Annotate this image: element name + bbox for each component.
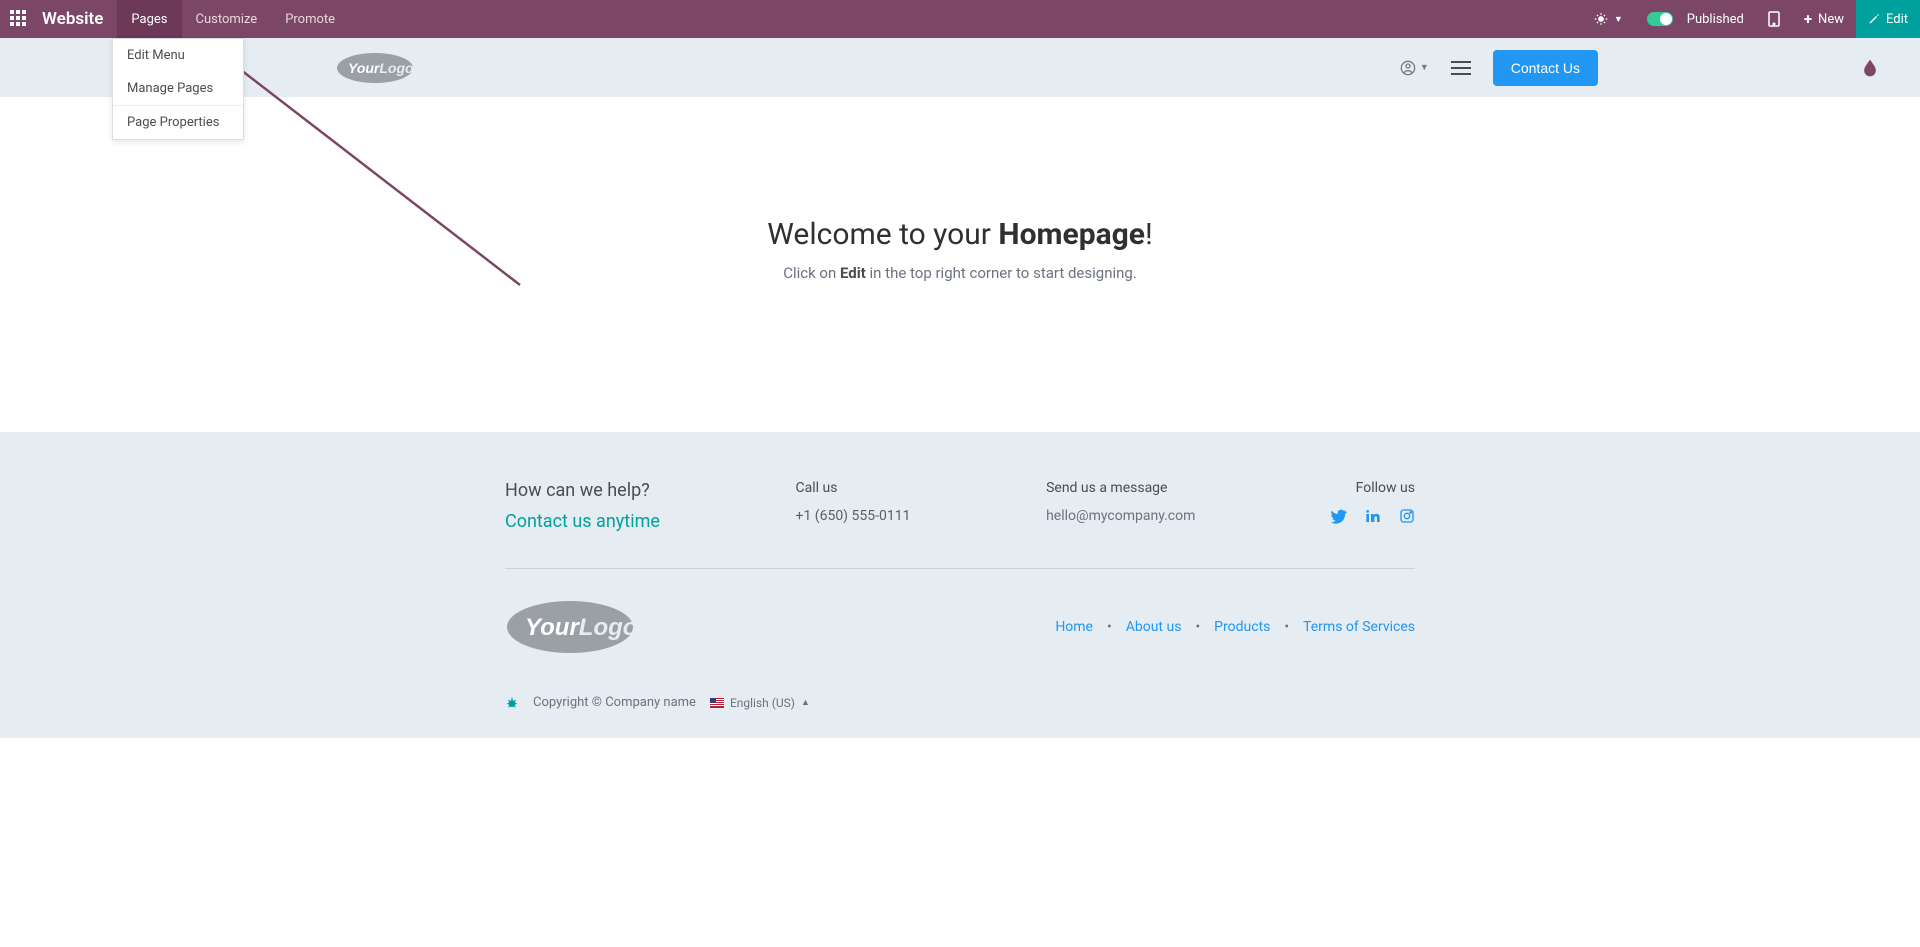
pencil-icon bbox=[1868, 13, 1880, 25]
dropdown-manage-pages[interactable]: Manage Pages bbox=[113, 72, 243, 105]
footer-follow-title: Follow us bbox=[1331, 480, 1415, 496]
pages-dropdown: Edit Menu Manage Pages Page Properties bbox=[112, 38, 244, 140]
footer-contact-link[interactable]: Contact us anytime bbox=[505, 511, 660, 532]
footer-link-about[interactable]: About us bbox=[1126, 619, 1182, 635]
menu-promote[interactable]: Promote bbox=[271, 0, 349, 38]
top-menu: Pages Customize Promote bbox=[117, 0, 349, 38]
svg-text:YourLogo: YourLogo bbox=[525, 614, 635, 641]
mobile-preview-button[interactable] bbox=[1756, 0, 1792, 38]
welcome-bold: Homepage bbox=[998, 217, 1145, 252]
caret-down-icon: ▼ bbox=[1614, 14, 1623, 25]
flag-icon bbox=[710, 698, 724, 708]
plus-icon: + bbox=[1804, 10, 1812, 28]
site-header: YourLogo ▼ Contact Us bbox=[0, 38, 1920, 97]
welcome-post: ! bbox=[1145, 217, 1153, 252]
linkedin-icon[interactable] bbox=[1365, 508, 1381, 524]
svg-text:YourLogo: YourLogo bbox=[348, 60, 414, 76]
footer-nav-links: Home• About us• Products• Terms of Servi… bbox=[1055, 619, 1415, 635]
language-selector[interactable]: English (US) ▲ bbox=[710, 696, 810, 710]
top-bar: Website Pages Customize Promote ▼ Publis… bbox=[0, 0, 1920, 38]
welcome-pre: Welcome to your bbox=[767, 217, 998, 252]
sub-pre: Click on bbox=[783, 264, 840, 282]
footer-msg-title: Send us a message bbox=[1046, 480, 1195, 496]
footer-call-col: Call us +1 (650) 555-0111 bbox=[796, 480, 911, 532]
mobile-icon bbox=[1768, 11, 1780, 27]
sub-post: in the top right corner to start designi… bbox=[866, 264, 1137, 282]
debug-dropdown[interactable]: ▼ bbox=[1582, 0, 1635, 38]
edit-button[interactable]: Edit bbox=[1856, 0, 1920, 38]
brand-label: Website bbox=[42, 9, 103, 29]
bug-icon[interactable] bbox=[505, 696, 519, 710]
site-footer: How can we help? Contact us anytime Call… bbox=[0, 432, 1920, 738]
published-toggle[interactable]: Published bbox=[1635, 0, 1756, 38]
footer-help-col: How can we help? Contact us anytime bbox=[505, 480, 660, 532]
topbar-right: ▼ Published + New Edit bbox=[1582, 0, 1920, 38]
footer-link-home[interactable]: Home bbox=[1055, 619, 1093, 635]
footer-link-products[interactable]: Products bbox=[1214, 619, 1270, 635]
menu-pages[interactable]: Pages bbox=[117, 0, 181, 38]
footer-logo[interactable]: YourLogo bbox=[505, 599, 635, 655]
footer-social bbox=[1331, 508, 1415, 524]
language-label: English (US) bbox=[730, 696, 795, 710]
new-button[interactable]: + New bbox=[1792, 0, 1856, 38]
welcome-subline: Click on Edit in the top right corner to… bbox=[0, 264, 1920, 282]
published-label: Published bbox=[1687, 12, 1744, 27]
instagram-icon[interactable] bbox=[1399, 508, 1415, 524]
menu-customize[interactable]: Customize bbox=[182, 0, 272, 38]
user-icon bbox=[1400, 60, 1416, 76]
footer-msg-col: Send us a message hello@mycompany.com bbox=[1046, 480, 1195, 532]
footer-phone: +1 (650) 555-0111 bbox=[796, 508, 911, 524]
copyright-text: Copyright © Company name bbox=[533, 695, 696, 710]
site-header-right: ▼ Contact Us bbox=[1400, 50, 1880, 86]
sub-bold: Edit bbox=[840, 264, 866, 282]
toggle-icon bbox=[1647, 12, 1673, 26]
user-menu[interactable]: ▼ bbox=[1400, 60, 1429, 76]
contact-us-button[interactable]: Contact Us bbox=[1493, 50, 1598, 86]
twitter-icon[interactable] bbox=[1331, 508, 1347, 524]
site-logo[interactable]: YourLogo bbox=[336, 51, 414, 85]
caret-up-icon: ▲ bbox=[801, 697, 810, 708]
footer-follow-col: Follow us bbox=[1331, 480, 1415, 532]
apps-icon[interactable] bbox=[10, 10, 28, 28]
caret-down-icon: ▼ bbox=[1420, 62, 1429, 73]
hamburger-menu[interactable] bbox=[1451, 61, 1471, 75]
footer-row-2: YourLogo Home• About us• Products• Terms… bbox=[505, 599, 1415, 655]
edit-label: Edit bbox=[1886, 12, 1908, 27]
footer-separator bbox=[505, 568, 1415, 569]
footer-email[interactable]: hello@mycompany.com bbox=[1046, 508, 1195, 524]
welcome-heading: Welcome to your Homepage! bbox=[0, 217, 1920, 252]
footer-link-terms[interactable]: Terms of Services bbox=[1303, 619, 1415, 635]
dropdown-edit-menu[interactable]: Edit Menu bbox=[113, 39, 243, 72]
footer-row-3: Copyright © Company name English (US) ▲ bbox=[505, 695, 1415, 710]
page-content: Welcome to your Homepage! Click on Edit … bbox=[0, 97, 1920, 432]
footer-help-title: How can we help? bbox=[505, 480, 660, 501]
new-label: New bbox=[1818, 12, 1844, 27]
theme-color-icon[interactable] bbox=[1860, 57, 1880, 79]
dropdown-page-properties[interactable]: Page Properties bbox=[113, 106, 243, 139]
footer-call-title: Call us bbox=[796, 480, 911, 496]
footer-columns: How can we help? Contact us anytime Call… bbox=[505, 480, 1415, 568]
bug-icon bbox=[1594, 12, 1608, 26]
